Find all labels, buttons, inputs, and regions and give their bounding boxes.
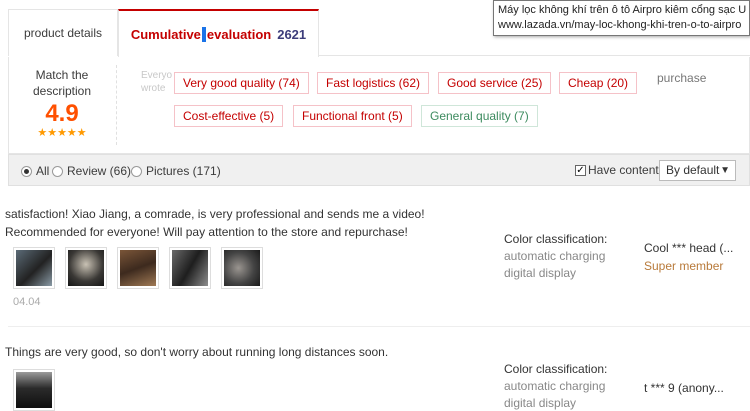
tag-cheap[interactable]: Cheap (20): [559, 72, 638, 94]
evaluation-count: 2621: [277, 26, 307, 42]
review-1-user: Cool *** head (...: [644, 241, 734, 255]
score-label-line1: Match the: [35, 68, 89, 82]
score-column: Match the description 4.9 ★★★★★: [19, 67, 105, 139]
sort-value: By default: [666, 163, 720, 177]
review-photo-thumbnail[interactable]: [13, 369, 55, 411]
review-2-text: Things are very good, so don't worry abo…: [5, 345, 389, 359]
radio-selected-icon: [21, 165, 32, 177]
review-photo-thumbnail[interactable]: [221, 247, 263, 289]
radio-pictures-label: Pictures (171): [146, 164, 221, 178]
tab-product-details-label: product details: [23, 26, 103, 40]
tab-cumulative-evaluation[interactable]: Cumulative evaluation 2621: [118, 9, 319, 57]
purchase-label: purchase: [657, 71, 707, 85]
tooltip-url: www.lazada.vn/may-loc-khong-khi-tren-o-t…: [498, 19, 742, 31]
review-photo-thumbnail[interactable]: [169, 247, 211, 289]
review-1-member-badge: Super member: [644, 259, 724, 273]
faded-line1: Everyo: [141, 70, 173, 81]
radio-pictures[interactable]: Pictures (171): [131, 164, 221, 178]
review-photo-thumbnail[interactable]: [13, 247, 55, 289]
score-label-line2: description: [32, 84, 92, 98]
radio-all-label: All: [36, 164, 50, 178]
tooltip-title: Máy lọc không khí trên ô tô Airpro kiêm …: [498, 4, 747, 16]
faded-text: Everyo wrote: [141, 69, 172, 95]
tab-eval-label-b: evaluation: [206, 26, 272, 42]
tab-eval-label-a: Cumulative: [130, 26, 201, 42]
sku-key: Color classification:: [504, 362, 608, 376]
faded-line2: wrote: [141, 83, 166, 94]
review-2-sku: Color classification: automatic charging…: [504, 361, 607, 411]
review-photo-thumbnail[interactable]: [65, 247, 107, 289]
review-photo-thumbnail[interactable]: [117, 247, 159, 289]
review-2-user: t *** 9 (anony...: [644, 381, 724, 395]
divider: [116, 65, 117, 145]
have-content-checkbox[interactable]: ✓ Have content: [575, 163, 659, 177]
sku-value-2: digital display: [504, 266, 577, 280]
rating-summary: Match the description 4.9 ★★★★★ Everyo w…: [8, 57, 750, 154]
sku-value-2: digital display: [504, 396, 577, 410]
radio-all[interactable]: All: [21, 164, 49, 178]
tag-very-good-quality[interactable]: Very good quality (74): [174, 72, 309, 94]
tab-product-details[interactable]: product details: [8, 9, 118, 56]
tag-fast-logistics[interactable]: Fast logistics (62): [317, 72, 430, 94]
link-tooltip: Máy lọc không khí trên ô tô Airpro kiêm …: [493, 0, 750, 36]
review-separator: [8, 326, 750, 327]
tag-cost-effective[interactable]: Cost-effective (5): [174, 105, 284, 127]
review-1-text: satisfaction! Xiao Jiang, a comrade, is …: [5, 207, 425, 239]
have-content-label: Have content: [588, 163, 659, 177]
sku-value-1: automatic charging: [504, 249, 606, 263]
review-1-thumbnails: [13, 247, 263, 289]
tag-good-service[interactable]: Good service (25): [438, 72, 552, 94]
radio-icon: [52, 165, 63, 177]
chevron-down-icon: ▼: [720, 165, 730, 176]
checkmark-icon: ✓: [575, 164, 586, 176]
review-1-date: 04.04: [13, 296, 41, 308]
text-cursor: [201, 26, 206, 42]
filter-bar: All Review (66) Pictures (171) ✓ Have co…: [8, 154, 750, 186]
tag-general-quality[interactable]: General quality (7): [421, 105, 538, 127]
sku-value-1: automatic charging: [504, 379, 606, 393]
radio-review-label: Review (66): [67, 164, 132, 178]
tag-functional-front[interactable]: Functional front (5): [293, 105, 412, 127]
radio-icon: [131, 165, 142, 177]
radio-review[interactable]: Review (66): [52, 164, 131, 178]
review-1-sku: Color classification: automatic charging…: [504, 231, 607, 282]
sku-key: Color classification:: [504, 232, 608, 246]
review-2-thumbnails: [13, 369, 55, 411]
score-value: 4.9: [45, 100, 79, 127]
star-rating-icon: ★★★★★: [37, 127, 87, 139]
sort-dropdown[interactable]: By default ▼: [659, 160, 736, 181]
